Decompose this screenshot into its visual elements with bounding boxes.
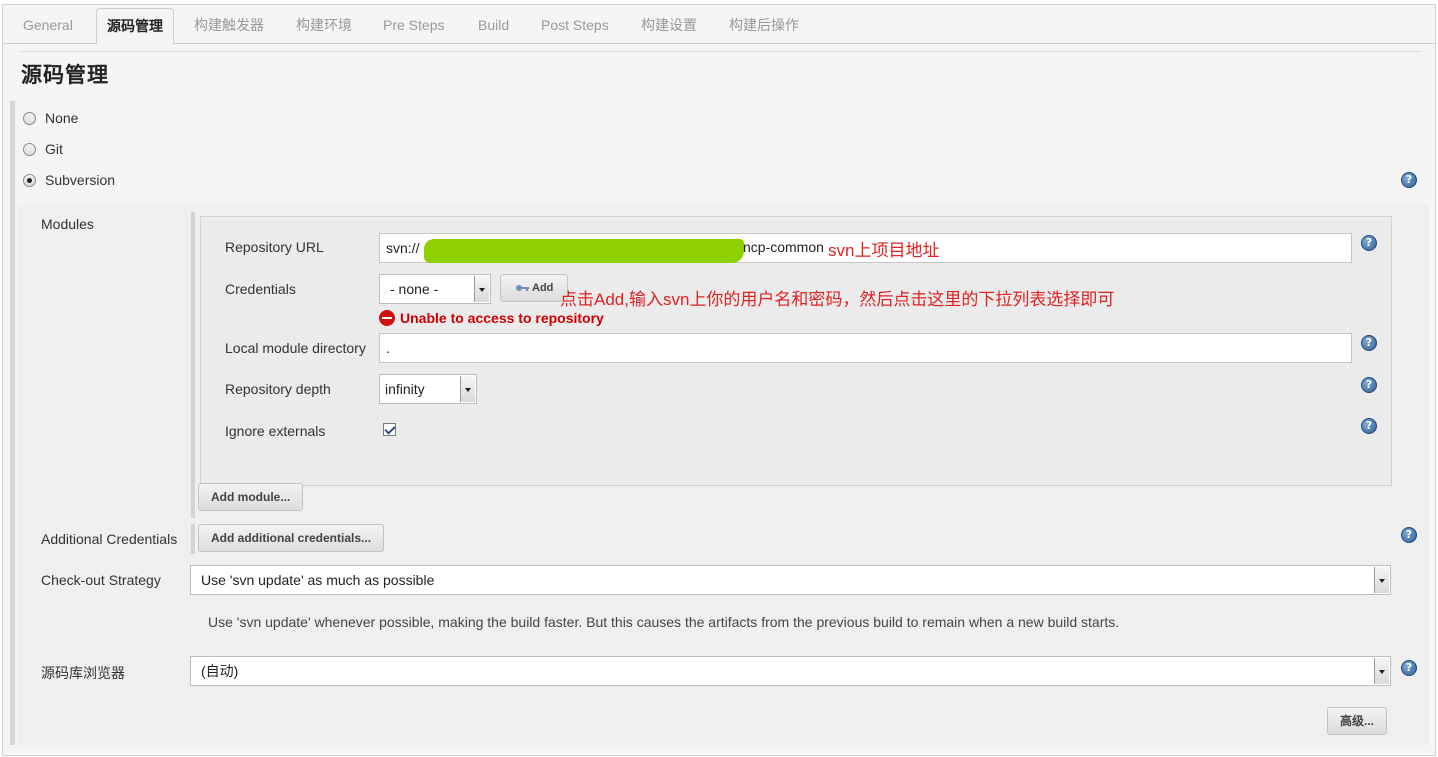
scm-option-label: Git <box>45 141 63 157</box>
repository-url-label: Repository URL <box>225 239 324 255</box>
tab-build-triggers[interactable]: 构建触发器 <box>194 15 264 35</box>
additional-credentials-bar <box>191 524 195 554</box>
tab-source-code-management[interactable]: 源码管理 <box>96 8 174 45</box>
help-icon[interactable]: ? <box>1361 377 1377 393</box>
help-icon[interactable]: ? <box>1361 235 1377 251</box>
tab-build[interactable]: Build <box>478 15 509 35</box>
ignore-externals-checkbox[interactable] <box>383 423 396 436</box>
scm-option-label: Subversion <box>45 172 116 188</box>
repository-depth-label: Repository depth <box>225 381 331 397</box>
add-credentials-button[interactable]: Add <box>500 274 568 302</box>
radio-subversion[interactable] <box>23 173 36 187</box>
help-icon[interactable]: ? <box>1361 335 1377 351</box>
local-module-directory-label: Local module directory <box>225 340 366 356</box>
add-additional-credentials-button[interactable]: Add additional credentials... <box>198 524 385 552</box>
tab-pre-steps[interactable]: Pre Steps <box>383 15 444 35</box>
scm-option-subversion[interactable]: Subversion <box>23 170 115 190</box>
redaction-scribble <box>424 239 744 263</box>
credentials-error-text: Unable to access to repository <box>400 310 604 326</box>
repository-url-annotation: svn上项目地址 <box>828 241 940 260</box>
credentials-select[interactable]: - none - <box>379 274 491 304</box>
section-title: 源码管理 <box>21 64 109 87</box>
checkout-strategy-description: Use 'svn update' whenever possible, maki… <box>208 614 1120 630</box>
repository-browser-label: 源码库浏览器 <box>41 665 125 681</box>
tab-build-environment[interactable]: 构建环境 <box>296 15 352 35</box>
help-icon[interactable]: ? <box>1401 660 1417 676</box>
chevron-down-icon <box>474 276 489 302</box>
key-icon <box>516 285 529 292</box>
checkout-strategy-select[interactable]: Use 'svn update' as much as possible <box>190 565 1391 595</box>
local-module-directory-input[interactable]: . <box>379 333 1352 363</box>
repository-depth-selected: infinity <box>385 381 425 397</box>
checkout-strategy-selected: Use 'svn update' as much as possible <box>201 572 435 588</box>
ignore-externals-label: Ignore externals <box>225 423 326 439</box>
repository-url-prefix: svn:// <box>386 240 420 256</box>
chevron-down-icon <box>1374 567 1389 593</box>
section-divider <box>21 51 1421 52</box>
scm-option-none[interactable]: None <box>23 108 78 128</box>
tab-general[interactable]: General <box>23 15 73 35</box>
radio-git[interactable] <box>23 142 36 156</box>
repository-browser-select[interactable]: (自动) <box>190 656 1391 686</box>
tab-build-settings[interactable]: 构建设置 <box>641 15 697 35</box>
repository-url-suffix: ncp-common <box>743 239 824 255</box>
chevron-down-icon <box>460 376 475 402</box>
help-icon[interactable]: ? <box>1401 172 1417 188</box>
modules-label: Modules <box>41 216 94 232</box>
tab-post-steps[interactable]: Post Steps <box>541 15 609 35</box>
credentials-error: Unable to access to repository <box>379 310 604 326</box>
credentials-annotation: 点击Add,输入svn上你的用户名和密码，然后点击这里的下拉列表选择即可 <box>560 290 1115 309</box>
add-credentials-label: Add <box>532 282 554 294</box>
help-icon[interactable]: ? <box>1361 418 1377 434</box>
modules-bar <box>191 212 195 518</box>
error-icon <box>379 310 395 326</box>
tab-post-build-actions[interactable]: 构建后操作 <box>729 15 799 35</box>
repository-depth-select[interactable]: infinity <box>379 374 477 404</box>
section-left-bar <box>10 101 15 745</box>
radio-none[interactable] <box>23 111 36 125</box>
credentials-label: Credentials <box>225 281 296 297</box>
additional-credentials-label: Additional Credentials <box>41 531 178 547</box>
help-icon[interactable]: ? <box>1401 527 1417 543</box>
repository-browser-selected: (自动) <box>201 663 239 679</box>
add-module-button[interactable]: Add module... <box>198 483 304 511</box>
credentials-selected: - none - <box>390 281 439 297</box>
jenkins-config-panel: General 源码管理 构建触发器 构建环境 Pre Steps Build … <box>2 4 1436 756</box>
advanced-button[interactable]: 高级... <box>1327 707 1388 735</box>
checkout-strategy-label: Check-out Strategy <box>41 572 161 588</box>
chevron-down-icon <box>1374 658 1389 684</box>
scm-option-git[interactable]: Git <box>23 139 63 159</box>
scm-option-label: None <box>45 110 79 126</box>
tab-bar: General 源码管理 构建触发器 构建环境 Pre Steps Build … <box>3 5 1435 45</box>
